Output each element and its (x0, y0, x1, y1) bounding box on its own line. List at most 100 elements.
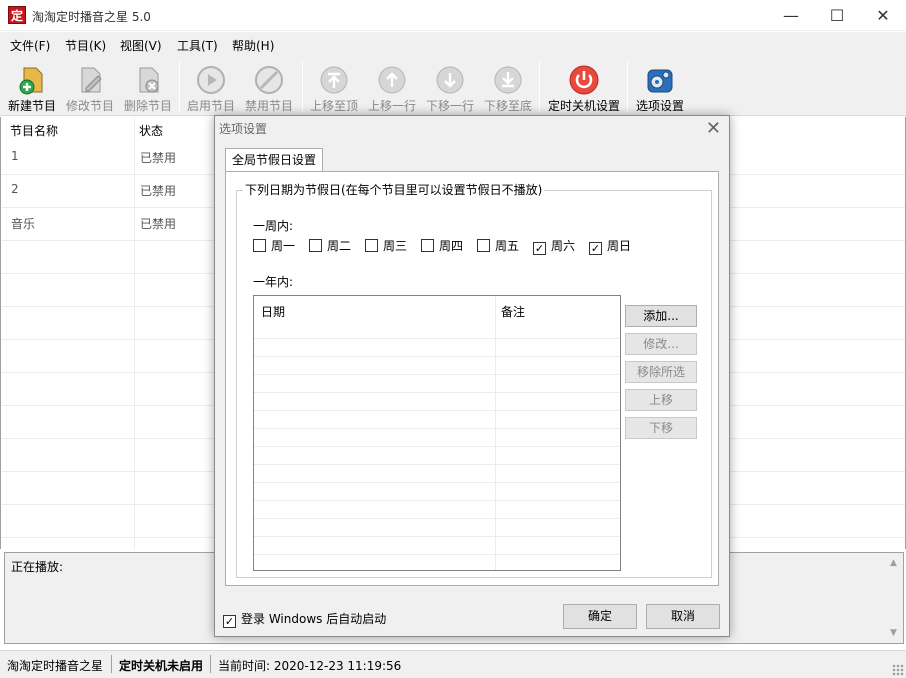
checkbox-box (477, 239, 490, 252)
menu-file[interactable]: 文件(F) (10, 37, 50, 54)
move-down-button[interactable]: 下移一行 (421, 60, 479, 114)
list-gridline (254, 374, 620, 375)
menu-bar: 文件(F) 节目(K) 视图(V) 工具(T) 帮助(H) (0, 32, 906, 58)
checkbox-box (365, 239, 378, 252)
remove-selected-button[interactable]: 移除所选 (625, 361, 697, 383)
toolbar-separator (627, 62, 628, 112)
move-top-button[interactable]: 上移至顶 (305, 60, 363, 114)
column-header-name[interactable]: 节目名称 (10, 122, 58, 139)
menu-program[interactable]: 节目(K) (65, 37, 106, 54)
new-program-button[interactable]: 新建节目 (3, 60, 61, 114)
add-date-button[interactable]: 添加... (625, 305, 697, 327)
options-settings-button[interactable]: 选项设置 (631, 60, 689, 114)
move-bottom-icon (494, 66, 522, 94)
settings-gear-icon (647, 69, 673, 93)
checkbox-monday[interactable]: 周一 (253, 237, 295, 253)
checkbox-box (421, 239, 434, 252)
checkbox-box (309, 239, 322, 252)
menu-help[interactable]: 帮助(H) (232, 37, 274, 54)
checkbox-sunday[interactable]: ✓ 周日 (589, 237, 631, 255)
move-up-icon (378, 66, 406, 94)
app-logo-icon: 定 (8, 6, 26, 24)
status-bar: 淘淘定时播音之星 定时关机未启用 当前时间: 2020-12-23 11:19:… (0, 650, 906, 678)
year-label: 一年内: (253, 275, 294, 289)
scroll-down-icon[interactable]: ▼ (885, 628, 902, 638)
dialog-close-icon[interactable]: ✕ (706, 118, 721, 139)
list-gridline (254, 410, 620, 411)
move-up-button[interactable]: 上移一行 (363, 60, 421, 114)
list-gridline (254, 464, 620, 465)
program-status: 已禁用 (140, 184, 177, 198)
status-app-name: 淘淘定时播音之星 (7, 659, 104, 673)
list-gridline (254, 500, 620, 501)
new-program-icon (19, 67, 43, 95)
move-up-date-button[interactable]: 上移 (625, 389, 697, 411)
move-down-date-button[interactable]: 下移 (625, 417, 697, 439)
now-playing-label: 正在播放: (11, 560, 64, 574)
holiday-date-list[interactable]: 日期 备注 (253, 295, 621, 571)
checkbox-saturday[interactable]: ✓ 周六 (533, 237, 575, 255)
close-button[interactable]: ✕ (860, 0, 906, 31)
scroll-up-icon[interactable]: ▲ (885, 558, 902, 568)
minimize-button[interactable]: — (768, 0, 814, 31)
enable-program-icon (197, 66, 225, 94)
program-status: 已禁用 (140, 151, 177, 165)
title-bar: 定 淘淘定时播音之星 5.0 — ☐ ✕ (0, 0, 906, 31)
tab-global-holidays[interactable]: 全局节假日设置 (225, 148, 323, 172)
toolbar: 新建节目 修改节目 删除节目 启用节目 禁用节目 上移至顶 上移一行 下移一行 … (0, 58, 906, 116)
list-gridline (254, 356, 620, 357)
autostart-checkbox[interactable]: ✓ 登录 Windows 后自动启动 (223, 610, 386, 628)
checkbox-friday[interactable]: 周五 (477, 237, 519, 253)
menu-view[interactable]: 视图(V) (120, 37, 162, 54)
window-title: 淘淘定时播音之星 5.0 (32, 10, 151, 24)
power-icon (569, 65, 599, 95)
shutdown-timer-button[interactable]: 定时关机设置 (543, 60, 625, 114)
status-current-time: 当前时间: 2020-12-23 11:19:56 (218, 659, 402, 673)
delete-program-button[interactable]: 删除节目 (119, 60, 177, 114)
disable-program-button[interactable]: 禁用节目 (240, 60, 298, 114)
checkbox-wednesday[interactable]: 周三 (365, 237, 407, 253)
checkbox-thursday[interactable]: 周四 (421, 237, 463, 253)
edit-date-button[interactable]: 修改... (625, 333, 697, 355)
checkmark-icon: ✓ (533, 242, 546, 255)
move-top-icon (320, 66, 348, 94)
options-dialog: 选项设置 ✕ 全局节假日设置 下列日期为节假日(在每个节目里可以设置节假日不播放… (214, 115, 730, 637)
checkbox-box (253, 239, 266, 252)
enable-program-button[interactable]: 启用节目 (182, 60, 240, 114)
move-bottom-button[interactable]: 下移至底 (479, 60, 537, 114)
toolbar-separator (302, 62, 303, 112)
menu-tools[interactable]: 工具(T) (177, 37, 218, 54)
checkbox-tuesday[interactable]: 周二 (309, 237, 351, 253)
program-name: 2 (11, 182, 19, 196)
cancel-button[interactable]: 取消 (646, 604, 720, 629)
toolbar-separator (539, 62, 540, 112)
column-header-status[interactable]: 状态 (139, 122, 163, 139)
list-gridline (254, 428, 620, 429)
column-header-date[interactable]: 日期 (261, 303, 285, 320)
status-shutdown: 定时关机未启用 (119, 659, 204, 673)
disable-program-icon (255, 66, 283, 94)
week-label: 一周内: (253, 219, 294, 233)
list-gridline (254, 338, 620, 339)
edit-program-icon (81, 67, 102, 93)
list-gridline (254, 392, 620, 393)
status-separator (111, 655, 112, 673)
edit-program-button[interactable]: 修改节目 (61, 60, 119, 114)
status-separator (210, 655, 211, 673)
resize-grip[interactable] (892, 664, 904, 676)
maximize-button[interactable]: ☐ (814, 0, 860, 31)
delete-program-icon (139, 67, 159, 93)
column-header-note[interactable]: 备注 (501, 303, 525, 320)
list-gridline (254, 482, 620, 483)
holiday-group: 下列日期为节假日(在每个节目里可以设置节假日不播放) 一周内: 周一 周二 周三… (236, 181, 712, 578)
now-playing-scrollbar[interactable]: ▲ ▼ (885, 554, 902, 642)
toolbar-separator (179, 62, 180, 112)
program-name: 音乐 (11, 217, 36, 231)
list-gridline (254, 446, 620, 447)
ok-button[interactable]: 确定 (563, 604, 637, 629)
program-name: 1 (11, 149, 19, 163)
tab-panel: 下列日期为节假日(在每个节目里可以设置节假日不播放) 一周内: 周一 周二 周三… (225, 171, 719, 586)
list-gridline (254, 536, 620, 537)
program-status: 已禁用 (140, 217, 177, 231)
group-title: 下列日期为节假日(在每个节目里可以设置节假日不播放) (243, 181, 545, 198)
